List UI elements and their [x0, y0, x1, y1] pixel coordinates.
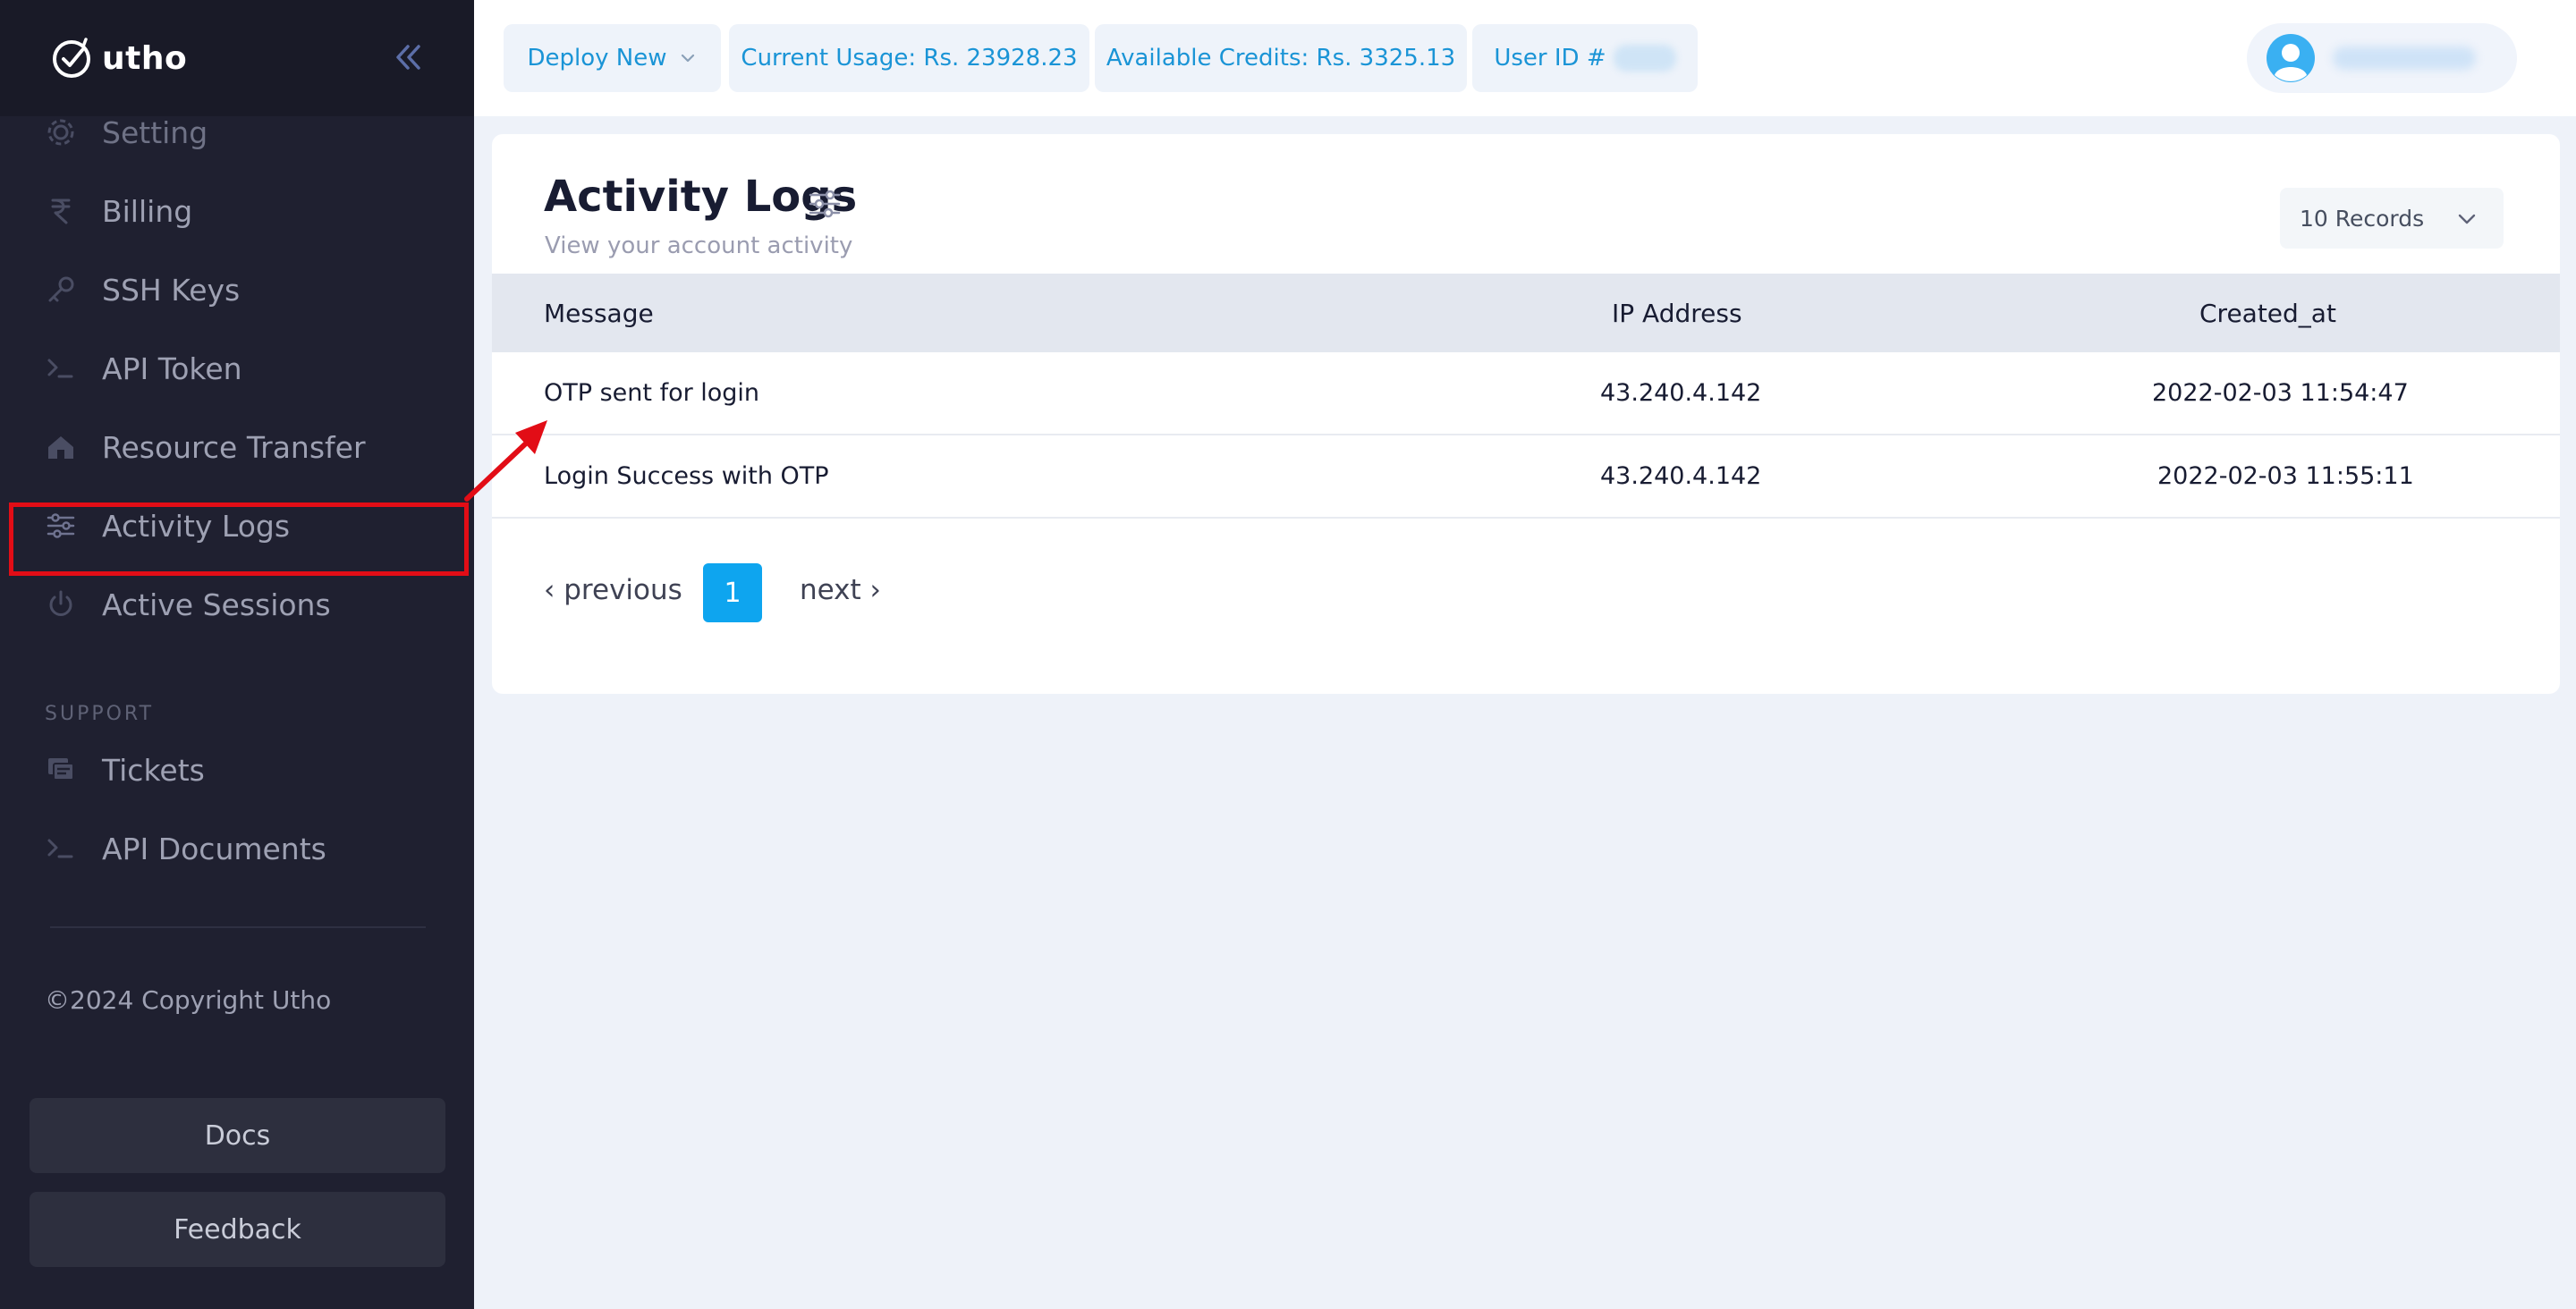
- cell-message: Login Success with OTP: [544, 462, 829, 490]
- page-subtitle: View your account activity: [545, 232, 853, 259]
- terminal-icon: [47, 359, 73, 378]
- topbar: Deploy New Current Usage: Rs. 23928.23 A…: [474, 0, 2576, 116]
- column-header-ip-address: IP Address: [1612, 299, 1742, 328]
- key-icon: [48, 276, 74, 302]
- sidebar-item-setting[interactable]: Setting: [0, 116, 474, 172]
- sidebar-item-activity-logs[interactable]: Activity Logs: [0, 486, 474, 565]
- cell-ip-address: 43.240.4.142: [1600, 379, 1762, 407]
- sidebar-item-api-token[interactable]: API Token: [0, 329, 474, 408]
- column-header-created-at: Created_at: [2199, 299, 2336, 328]
- gear-icon: [47, 119, 74, 146]
- sidebar-item-tickets[interactable]: Tickets: [0, 731, 474, 809]
- transfer-icon: [48, 436, 73, 459]
- sidebar-nav: Setting Billing SSH Keys API Token Resou…: [0, 116, 474, 1055]
- cell-message: OTP sent for login: [544, 379, 760, 407]
- sidebar-divider: [50, 926, 426, 928]
- user-profile-menu[interactable]: [2247, 23, 2517, 93]
- column-header-message: Message: [544, 299, 654, 328]
- ticket-icon: [48, 758, 74, 781]
- sliders-icon: [47, 513, 75, 538]
- cell-ip-address: 43.240.4.142: [1600, 462, 1762, 490]
- chevron-down-icon: [681, 54, 694, 63]
- rupee-icon: [51, 198, 71, 224]
- table-header: Message IP Address Created_at: [492, 274, 2560, 352]
- sidebar-item-label: Tickets: [102, 752, 205, 788]
- sidebar-header: utho: [0, 0, 474, 116]
- power-icon: [49, 590, 72, 616]
- table-row: OTP sent for login 43.240.4.142 2022-02-…: [492, 352, 2560, 435]
- sidebar-item-label: SSH Keys: [102, 272, 241, 308]
- copyright-text: ©2024 Copyright Utho: [45, 985, 332, 1015]
- sidebar-item-ssh-keys[interactable]: SSH Keys: [0, 250, 474, 329]
- brand-name: utho: [102, 39, 188, 77]
- table-row: Login Success with OTP 43.240.4.142 2022…: [492, 435, 2560, 519]
- chevron-down-icon: [2458, 214, 2476, 224]
- current-usage-chip[interactable]: Current Usage: Rs. 23928.23: [729, 24, 1089, 92]
- current-usage-text: Current Usage: Rs. 23928.23: [741, 45, 1078, 72]
- pagination-previous-link[interactable]: ‹ previous: [544, 574, 682, 606]
- pagination-page-1[interactable]: 1: [703, 563, 762, 622]
- profile-name-redacted: [2333, 46, 2476, 70]
- sidebar-item-label: Billing: [102, 193, 193, 229]
- user-id-chip[interactable]: User ID #: [1472, 24, 1698, 92]
- cell-created-at: 2022-02-03 11:54:47: [2152, 379, 2409, 407]
- sidebar: utho Setting Billing SSH Keys API Token …: [0, 0, 474, 1309]
- sidebar-item-label: API Documents: [102, 831, 326, 866]
- activity-logs-card: Activity Logs View your account activity…: [492, 134, 2560, 694]
- sidebar-item-api-documents[interactable]: API Documents: [0, 809, 474, 888]
- sidebar-item-resource-transfer[interactable]: Resource Transfer: [0, 408, 474, 486]
- cell-created-at: 2022-02-03 11:55:11: [2157, 462, 2414, 490]
- user-id-label: User ID #: [1494, 45, 1606, 72]
- sidebar-item-billing[interactable]: Billing: [0, 172, 474, 250]
- support-section-title: SUPPORT: [45, 703, 155, 725]
- available-credits-chip[interactable]: Available Credits: Rs. 3325.13: [1095, 24, 1467, 92]
- filter-sliders-icon[interactable]: [807, 186, 843, 222]
- terminal-icon: [47, 839, 73, 858]
- sidebar-item-label: Activity Logs: [102, 508, 291, 544]
- brand-logo[interactable]: utho: [50, 34, 187, 82]
- sidebar-item-label: Active Sessions: [102, 587, 331, 622]
- collapse-sidebar-icon[interactable]: [390, 39, 426, 75]
- deploy-new-label: Deploy New: [527, 45, 667, 72]
- records-select-value: 10 Records: [2300, 205, 2425, 232]
- records-per-page-select[interactable]: 10 Records: [2280, 188, 2504, 249]
- sidebar-item-label: API Token: [102, 350, 242, 386]
- user-id-redacted: [1613, 45, 1676, 72]
- sidebar-item-label: Setting: [102, 116, 208, 150]
- logo-check-icon: [53, 38, 90, 78]
- deploy-new-dropdown[interactable]: Deploy New: [504, 24, 721, 92]
- avatar-icon: [2267, 34, 2315, 82]
- sidebar-item-label: Resource Transfer: [102, 429, 366, 465]
- feedback-button[interactable]: Feedback: [30, 1192, 445, 1267]
- sidebar-item-active-sessions[interactable]: Active Sessions: [0, 565, 474, 644]
- pagination-next-link[interactable]: next ›: [800, 574, 881, 606]
- docs-button[interactable]: Docs: [30, 1098, 445, 1173]
- available-credits-text: Available Credits: Rs. 3325.13: [1106, 45, 1456, 72]
